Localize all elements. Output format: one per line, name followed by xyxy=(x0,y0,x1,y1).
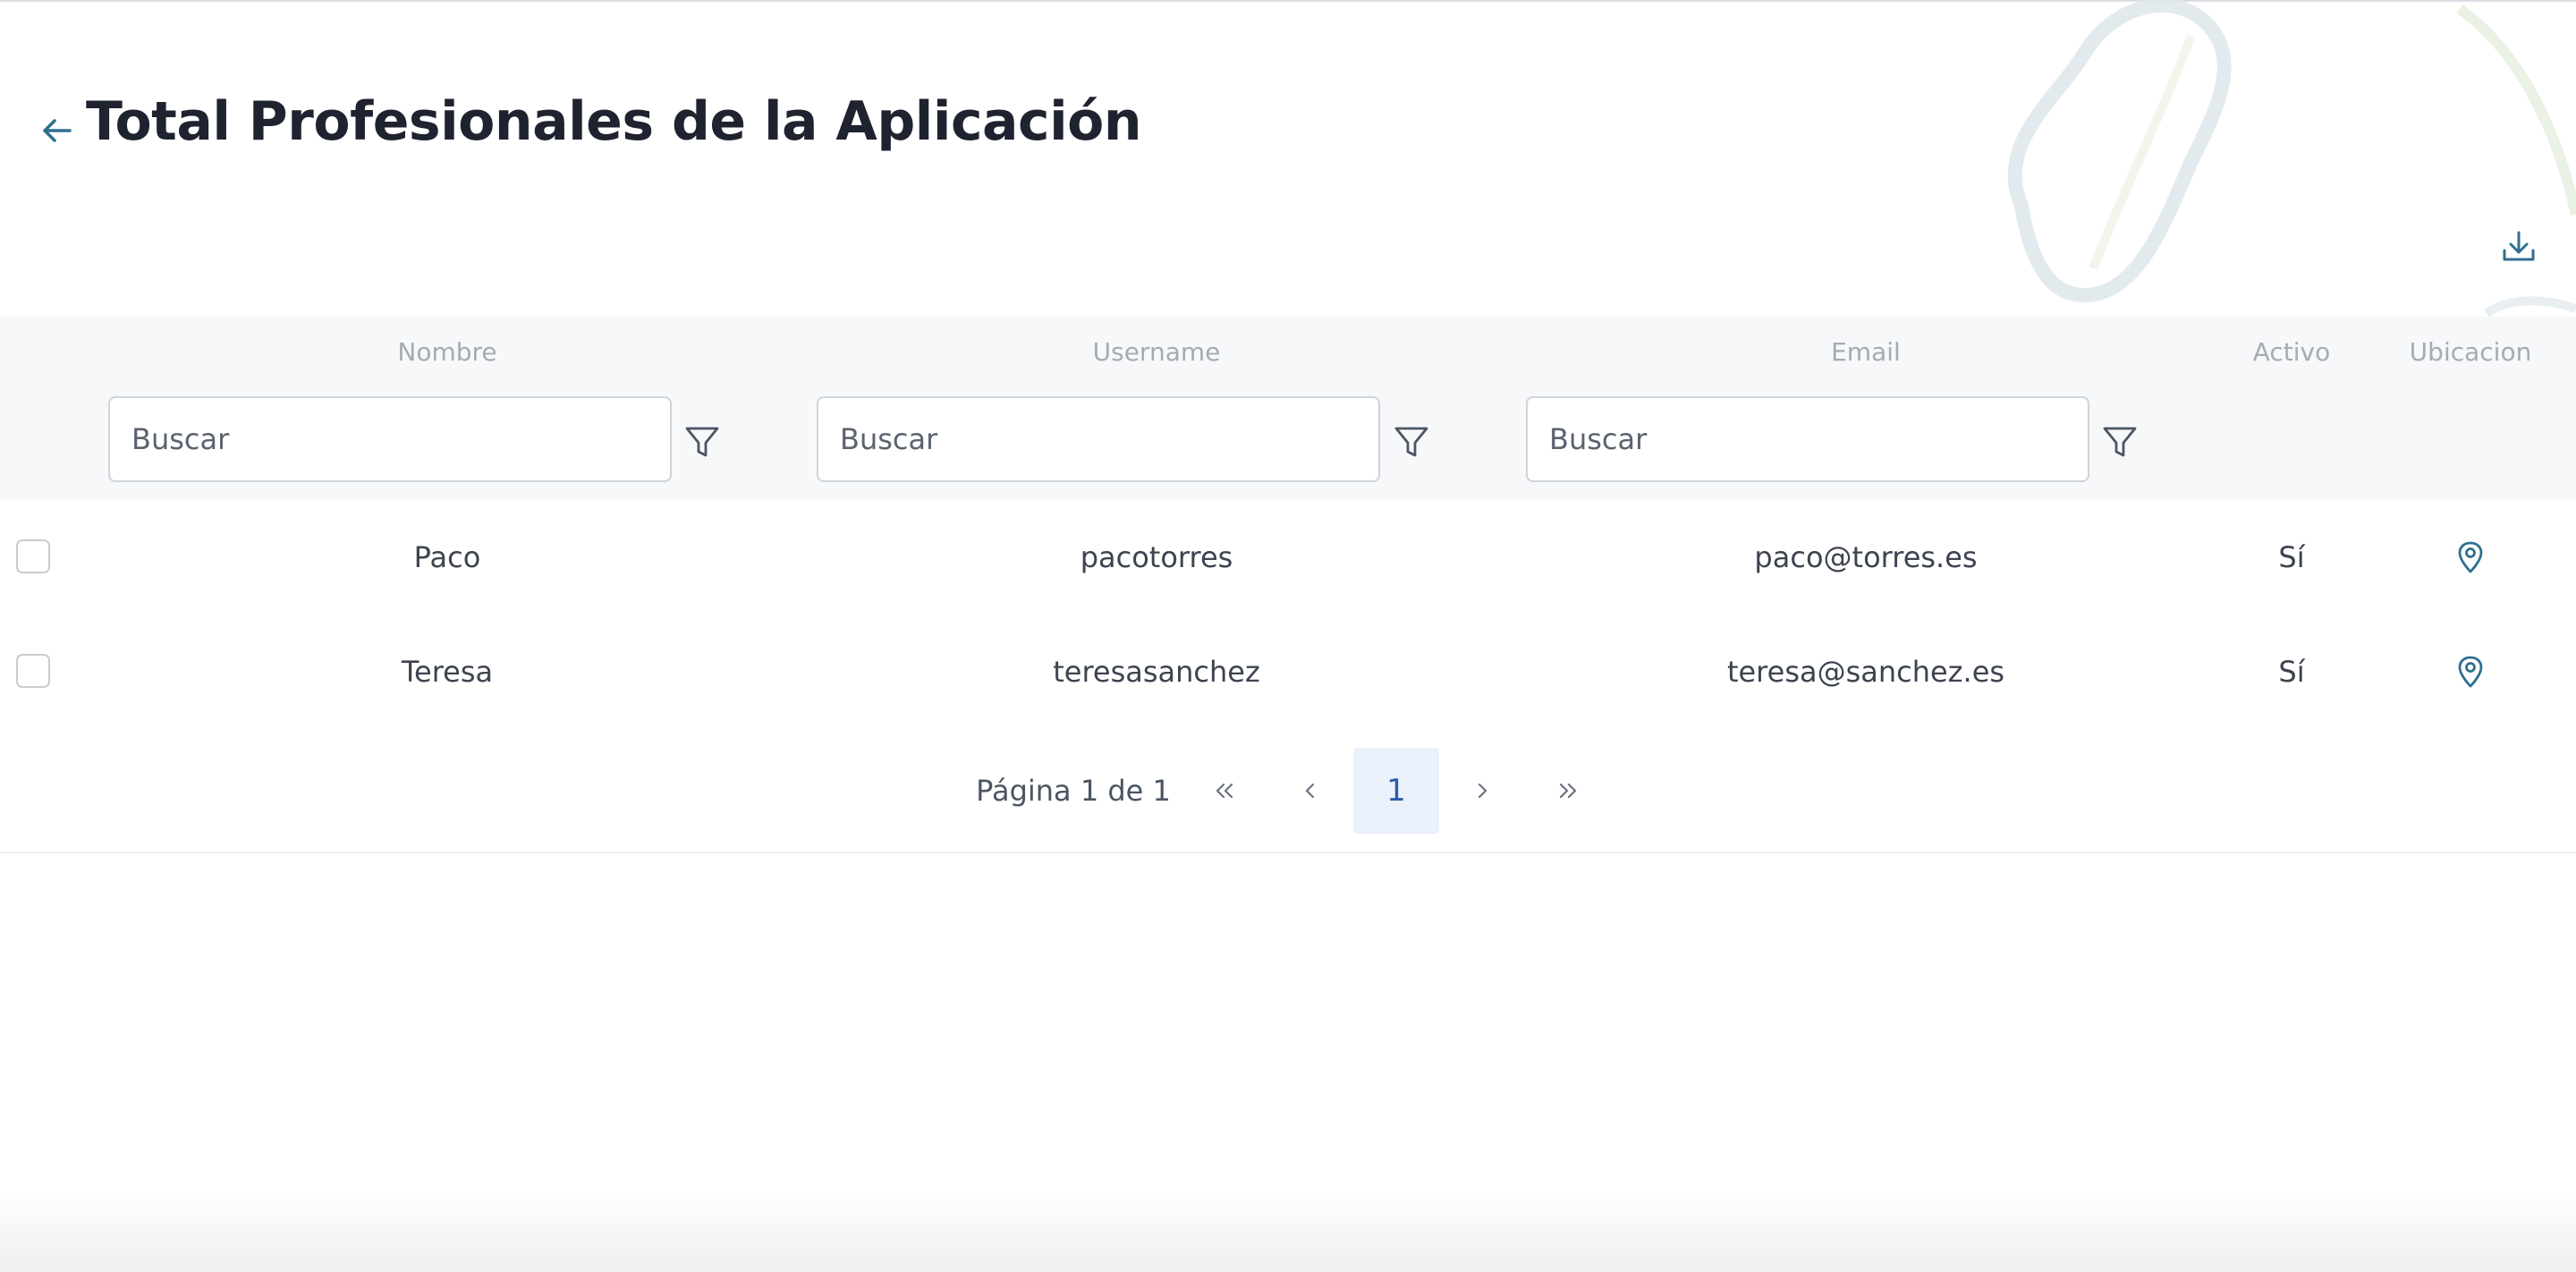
cell-email: teresa@sanchez.es xyxy=(1726,655,2005,689)
arrow-left-icon[interactable] xyxy=(39,113,75,148)
row-checkbox[interactable] xyxy=(16,654,50,688)
cell-username: teresasanchez xyxy=(1053,655,1260,689)
cell-nombre: Teresa xyxy=(401,655,494,689)
cell-activo: Sí xyxy=(2278,540,2305,574)
chevron-left-icon[interactable] xyxy=(1267,748,1353,834)
username-search-input[interactable] xyxy=(817,396,1380,482)
map-pin-icon[interactable] xyxy=(2453,654,2488,690)
column-header-nombre[interactable]: Nombre xyxy=(340,336,555,369)
table-row[interactable]: Paco pacotorres paco@torres.es Sí xyxy=(0,500,2576,615)
pagination: Página 1 de 1 1 xyxy=(0,748,2576,834)
nombre-search-input[interactable] xyxy=(108,396,672,482)
cell-email: paco@torres.es xyxy=(1754,540,1978,574)
chevrons-left-icon[interactable] xyxy=(1182,748,1267,834)
email-search-input[interactable] xyxy=(1526,396,2089,482)
bottom-shadow xyxy=(0,1190,2576,1272)
page-button-current[interactable]: 1 xyxy=(1353,748,1439,834)
page-info: Página 1 de 1 xyxy=(976,774,1171,808)
background-decoration xyxy=(1986,0,2576,322)
table-row[interactable]: Teresa teresasanchez teresa@sanchez.es S… xyxy=(0,615,2576,729)
filter-icon[interactable] xyxy=(1392,422,1431,462)
divider xyxy=(0,852,2576,853)
chevrons-right-icon[interactable] xyxy=(1525,748,1611,834)
column-header-activo[interactable]: Activo xyxy=(2236,336,2347,369)
filter-icon[interactable] xyxy=(2100,422,2140,462)
page-header: Total Profesionales de la Aplicación xyxy=(0,86,1252,166)
column-header-email[interactable]: Email xyxy=(1758,336,1973,369)
filter-icon[interactable] xyxy=(682,422,722,462)
table-header: Nombre Username Email Activo Ubicacion xyxy=(0,317,2576,499)
row-checkbox[interactable] xyxy=(16,539,50,573)
download-icon[interactable] xyxy=(2497,225,2540,268)
chevron-right-icon[interactable] xyxy=(1439,748,1525,834)
cell-username: pacotorres xyxy=(1080,540,1233,574)
map-pin-icon[interactable] xyxy=(2453,539,2488,575)
column-header-username[interactable]: Username xyxy=(1049,336,1264,369)
column-header-ubicacion[interactable]: Ubicacion xyxy=(2397,336,2544,369)
page-title: Total Profesionales de la Aplicación xyxy=(86,90,1142,153)
cell-activo: Sí xyxy=(2278,655,2305,689)
cell-nombre: Paco xyxy=(413,540,481,574)
